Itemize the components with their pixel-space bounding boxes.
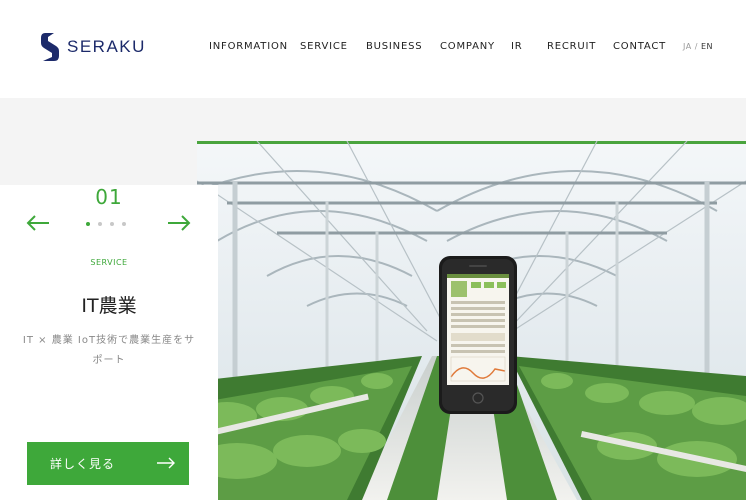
nav-business[interactable]: BUSINESS [366,41,422,52]
slide-info-card: 01 SERVICE IT農業 IT × 農業 IoT技術で農業生産をサポート … [0,185,218,500]
smartphone-image [439,256,517,414]
lang-en[interactable]: EN [701,42,713,51]
slide-pagination [86,222,126,226]
lang-ja[interactable]: JA [683,42,692,51]
pagination-dot-3[interactable] [110,222,114,226]
pagination-dot-1[interactable] [86,222,90,226]
hero-image [197,141,746,500]
nav-ir[interactable]: IR [511,41,523,52]
details-button-label: 詳しく見る [50,457,116,471]
lang-separator: / [694,42,698,51]
slide-number: 01 [95,185,123,209]
logo-text: SERAKU [67,37,146,56]
greenhouse-illustration [197,141,746,500]
pagination-dot-2[interactable] [98,222,102,226]
details-button[interactable]: 詳しく見る [27,442,189,485]
nav-contact[interactable]: CONTACT [613,41,666,52]
nav-information[interactable]: INFORMATION [209,41,288,52]
arrow-left-icon[interactable] [26,215,50,231]
slide-title: IT農業 [81,295,137,317]
seraku-s-logo-icon [41,33,59,61]
slide-description: IT × 農業 IoT技術で農業生産をサポート [22,335,196,366]
slide-category: SERVICE [90,258,128,267]
logo[interactable]: SERAKU [40,32,146,62]
site-header: SERAKU INFORMATION SERVICE BUSINESS COMP… [0,0,746,98]
nav-recruit[interactable]: RECRUIT [547,41,596,52]
language-switcher: JA / EN [683,42,713,51]
pagination-dot-4[interactable] [122,222,126,226]
nav-service[interactable]: SERVICE [300,41,348,52]
arrow-right-icon [157,457,175,469]
arrow-right-icon[interactable] [167,215,191,231]
nav-company[interactable]: COMPANY [440,41,495,52]
